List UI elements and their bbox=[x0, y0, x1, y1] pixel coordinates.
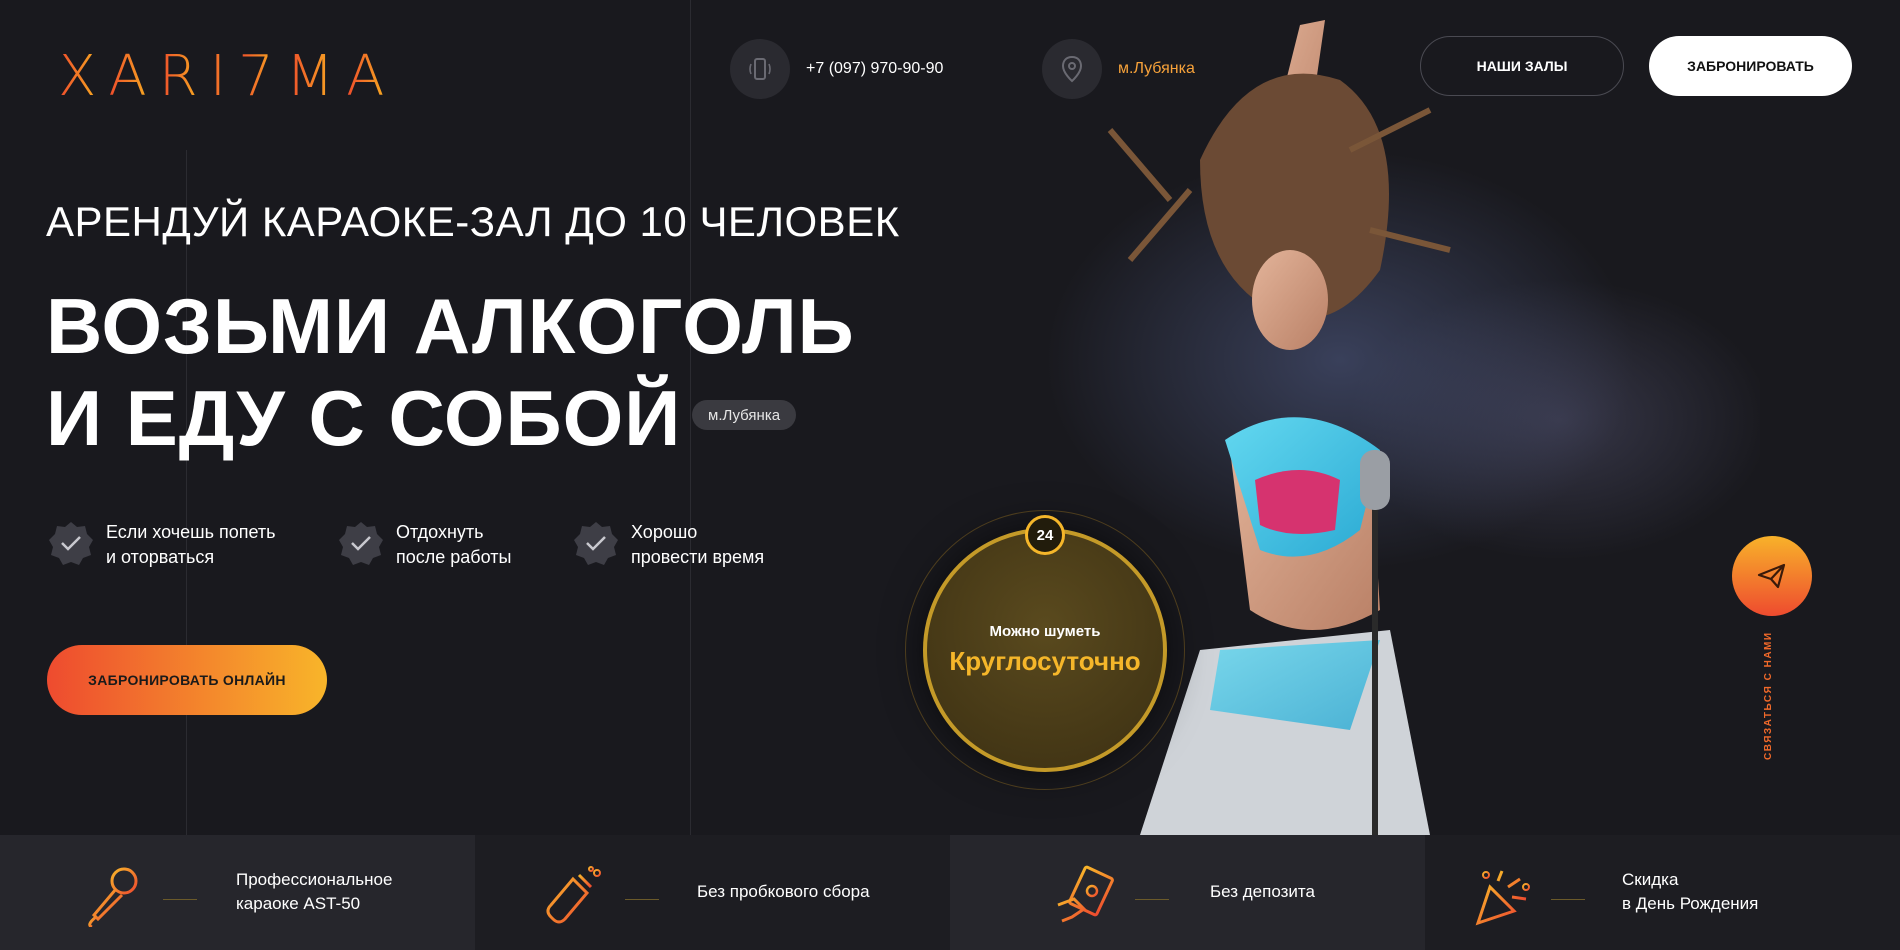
metro-badge: м.Лубянка bbox=[692, 400, 797, 430]
badge-title: Круглосуточно bbox=[949, 646, 1141, 676]
logo-letter: I bbox=[209, 44, 233, 109]
book-button[interactable]: ЗАБРОНИРОВАТЬ bbox=[1649, 36, 1852, 96]
badge-24-number: 24 bbox=[1025, 515, 1065, 555]
benefit-label: Профессиональное караоке AST-50 bbox=[236, 868, 392, 916]
feature-text: после работы bbox=[396, 547, 512, 567]
badge-disc: Можно шуметь Круглосуточно bbox=[923, 528, 1167, 772]
feature-text: Если хочешь попеть bbox=[106, 522, 276, 542]
feature-item: Хорошо провести время bbox=[573, 520, 793, 570]
benefit-label: Без пробкового сбора bbox=[697, 880, 870, 904]
benefit-item: Без депозита bbox=[950, 835, 1425, 950]
benefit-text: Скидка bbox=[1622, 870, 1679, 889]
book-online-button[interactable]: ЗАБРОНИРОВАТЬ ОНЛАЙН bbox=[47, 645, 327, 715]
divider-dash bbox=[625, 899, 659, 900]
phone-icon bbox=[730, 39, 790, 99]
benefits-bar: Профессиональное караоке AST-50 Без проб… bbox=[0, 835, 1900, 950]
microphone-icon bbox=[88, 867, 138, 927]
benefit-text: караоке AST-50 bbox=[236, 894, 361, 913]
logo-letter: M bbox=[285, 44, 341, 109]
feature-text: Отдохнуть bbox=[396, 522, 484, 542]
metro-contact[interactable]: м.Лубянка bbox=[1042, 39, 1195, 99]
headline-line: ВОЗЬМИ АЛКОГОЛЬ bbox=[46, 282, 855, 370]
feature-text: провести время bbox=[631, 547, 765, 567]
logo-letter: A bbox=[346, 44, 391, 109]
location-pin-icon bbox=[1042, 39, 1102, 99]
divider-dash bbox=[163, 899, 197, 900]
metro-station[interactable]: м.Лубянка bbox=[1118, 60, 1195, 78]
hero-headline: ВОЗЬМИ АЛКОГОЛЬ И ЕДУ С СОБОЙ bbox=[46, 280, 855, 464]
paper-plane-icon bbox=[1757, 563, 1786, 589]
feature-list: Если хочешь попеть и оторваться Отдохнуть… bbox=[48, 520, 793, 570]
phone-number[interactable]: +7 (097) 970-90-90 bbox=[806, 60, 943, 78]
logo-letter: A bbox=[108, 44, 153, 109]
benefit-text: Без пробкового сбора bbox=[697, 882, 870, 901]
benefit-text: в День Рождения bbox=[1622, 894, 1759, 913]
check-badge-icon bbox=[49, 522, 93, 565]
benefit-item: Без пробкового сбора bbox=[475, 835, 950, 950]
benefit-item: Профессиональное караоке AST-50 bbox=[0, 835, 475, 950]
benefit-label: Без депозита bbox=[1210, 880, 1315, 904]
contact-us-label[interactable]: СВЯЗАТЬСЯ С НАМИ bbox=[1763, 631, 1774, 760]
divider-dash bbox=[1551, 899, 1585, 900]
check-badge-icon bbox=[339, 522, 383, 565]
benefit-text: Профессиональное bbox=[236, 870, 393, 889]
check-badge-icon bbox=[574, 522, 618, 565]
logo-letter: 7 bbox=[238, 44, 280, 109]
feature-text: Хорошо bbox=[631, 522, 698, 542]
feature-item: Если хочешь попеть и оторваться bbox=[48, 520, 338, 570]
feature-item: Отдохнуть после работы bbox=[338, 520, 573, 570]
our-halls-button[interactable]: НАШИ ЗАЛЫ bbox=[1420, 36, 1624, 96]
hero-subtitle: АРЕНДУЙ КАРАОКЕ-ЗАЛ ДО 10 ЧЕЛОВЕК bbox=[46, 198, 900, 245]
benefit-label: Скидка в День Рождения bbox=[1622, 868, 1758, 916]
champagne-icon bbox=[546, 866, 601, 924]
phone-contact[interactable]: +7 (097) 970-90-90 bbox=[730, 39, 943, 99]
logo-letter: R bbox=[158, 44, 204, 109]
divider-dash bbox=[1135, 899, 1169, 900]
feature-text: и оторваться bbox=[106, 547, 215, 567]
grid-line bbox=[186, 150, 187, 835]
badge-caption: Можно шуметь bbox=[989, 623, 1101, 640]
contact-us-button[interactable] bbox=[1732, 536, 1812, 616]
benefit-text: Без депозита bbox=[1210, 882, 1315, 901]
party-popper-icon bbox=[1475, 870, 1530, 926]
money-hand-icon bbox=[1057, 865, 1114, 923]
around-the-clock-badge: Можно шуметь Круглосуточно 24 bbox=[905, 510, 1185, 790]
brand-logo[interactable]: X A R I 7 M A bbox=[58, 44, 390, 109]
benefit-item: Скидка в День Рождения bbox=[1425, 835, 1900, 950]
logo-letter: X bbox=[58, 44, 103, 109]
